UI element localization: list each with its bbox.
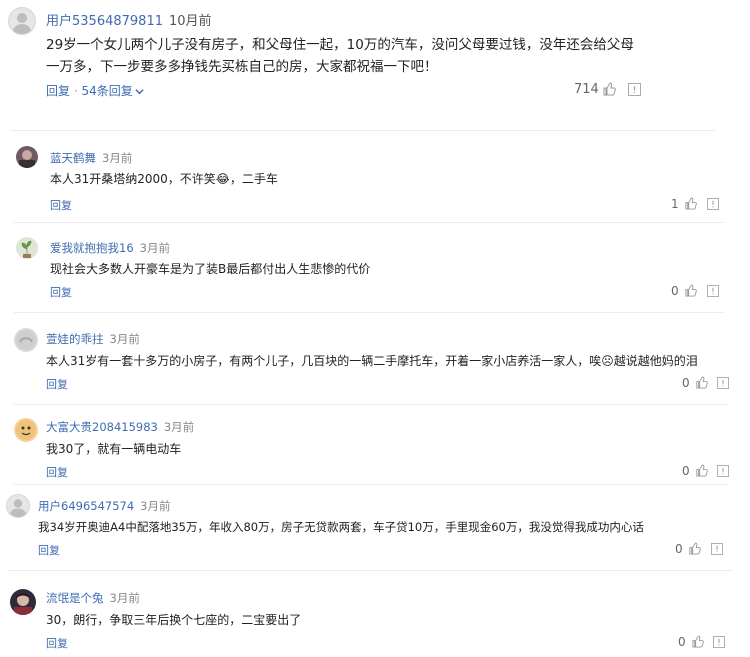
username[interactable]: 用户6496547574 3月前: [38, 498, 171, 514]
comment-text-line: 29岁一个女儿两个儿子没有房子，和父母住一起，10万的汽车，没问父母要过钱，没年…: [46, 37, 634, 53]
view-replies-link[interactable]: 54条回复: [82, 84, 144, 98]
like-count: 0: [682, 376, 690, 390]
avatar[interactable]: [10, 589, 36, 615]
username[interactable]: 大富大贵208415983 3月前: [46, 419, 194, 435]
thumbs-up-icon[interactable]: [688, 542, 701, 555]
report-icon[interactable]: [707, 198, 719, 210]
reply-button[interactable]: 回复: [50, 284, 72, 300]
reply-button[interactable]: 回复: [46, 464, 68, 480]
avatar[interactable]: [8, 7, 36, 35]
avatar[interactable]: [14, 418, 38, 442]
thumbs-up-icon[interactable]: [684, 197, 697, 210]
report-icon[interactable]: [713, 636, 725, 648]
reply-button[interactable]: 回复: [50, 197, 72, 213]
comment-time: 3月前: [102, 151, 133, 165]
reply-button[interactable]: 回复: [38, 542, 60, 558]
username[interactable]: 流氓是个兔 3月前: [46, 590, 140, 606]
reply-button[interactable]: 回复: [46, 84, 70, 98]
username-text[interactable]: 流氓是个兔: [46, 591, 104, 605]
default-avatar-icon: [12, 13, 32, 34]
user-avatar-icon: [14, 593, 32, 615]
reply-row: 回复 · 54条回复: [46, 82, 144, 99]
reply-button[interactable]: 回复: [46, 635, 68, 651]
username[interactable]: 爱我就抱抱我16 3月前: [50, 240, 170, 256]
avatar[interactable]: [6, 494, 30, 518]
report-icon[interactable]: [628, 83, 641, 96]
comment-text-line: 一万多，下一步要多多挣钱先买栋自己的房，大家都祝福一下吧！: [46, 59, 438, 75]
username-text[interactable]: 用户53564879811: [46, 14, 163, 29]
like-count: 0: [671, 284, 679, 298]
divider: [14, 484, 729, 485]
thumbs-up-icon[interactable]: [602, 82, 616, 96]
comment-text: 本人31岁有一套十多万的小房子，有两个儿子，几百块的一辆二手摩托车，开着一家小店…: [46, 354, 698, 368]
plant-avatar-icon: [21, 240, 32, 258]
avatar[interactable]: [16, 146, 38, 168]
user-avatar-icon: [19, 150, 35, 168]
username-text[interactable]: 萱娃的乖拄: [46, 332, 104, 346]
report-icon[interactable]: [717, 377, 729, 389]
like-count: 0: [678, 635, 686, 649]
comment-time: 3月前: [109, 332, 140, 346]
comment-time: 3月前: [140, 499, 171, 513]
thumbs-up-icon[interactable]: [695, 464, 708, 477]
username-text[interactable]: 用户6496547574: [38, 499, 134, 513]
reply-button[interactable]: 回复: [46, 376, 68, 392]
like-count: 714: [574, 82, 599, 97]
comment-time: 10月前: [168, 14, 212, 29]
username-text[interactable]: 蓝天鹤舞: [50, 151, 96, 165]
divider: [14, 222, 724, 223]
username-text[interactable]: 大富大贵208415983: [46, 420, 158, 434]
comment-text: 29岁一个女儿两个儿子没有房子，和父母住一起，10万的汽车，没问父母要过钱，没年…: [46, 34, 634, 78]
thumbs-up-icon[interactable]: [684, 284, 697, 297]
report-icon[interactable]: [707, 285, 719, 297]
thumbs-up-icon[interactable]: [691, 635, 704, 648]
like-count: 1: [671, 197, 679, 211]
default-avatar-icon: [9, 499, 27, 517]
avatar[interactable]: [16, 237, 38, 259]
separator: ·: [73, 84, 78, 98]
divider: [14, 312, 724, 313]
cartoon-avatar-icon: [16, 420, 36, 440]
thumbs-up-icon[interactable]: [695, 376, 708, 389]
divider: [14, 404, 729, 405]
comment-text: 我30了，就有一辆电动车: [46, 442, 182, 456]
like-count: 0: [675, 542, 683, 556]
comment-text: 现社会大多数人开豪车是为了装B最后都付出人生悲惨的代价: [50, 262, 371, 276]
username[interactable]: 萱娃的乖拄 3月前: [46, 331, 140, 347]
divider: [10, 130, 715, 131]
like-count: 0: [682, 464, 690, 478]
username-text[interactable]: 爱我就抱抱我16: [50, 241, 134, 255]
avatar[interactable]: [14, 328, 38, 352]
comment-time: 3月前: [109, 591, 140, 605]
chevron-down-icon: [135, 89, 144, 95]
comment-time: 3月前: [163, 420, 195, 434]
username[interactable]: 蓝天鹤舞 3月前: [50, 150, 132, 166]
comment-text: 我34岁开奥迪A4中配落地35万，年收入80万，房子无贷款两套，车子贷10万，手…: [38, 520, 644, 534]
comment-text: 30，朗行，争取三年后换个七座的，二宝要出了: [46, 613, 302, 627]
comment-text: 本人31开桑塔纳2000，不许笑😂，二手车: [50, 172, 278, 186]
divider: [8, 570, 733, 571]
username[interactable]: 用户53564879811 10月前: [46, 10, 212, 29]
report-icon[interactable]: [717, 465, 729, 477]
comment-time: 3月前: [139, 241, 170, 255]
report-icon[interactable]: [711, 543, 723, 555]
user-avatar-icon: [16, 330, 36, 350]
replies-count-label[interactable]: 54条回复: [82, 84, 133, 98]
